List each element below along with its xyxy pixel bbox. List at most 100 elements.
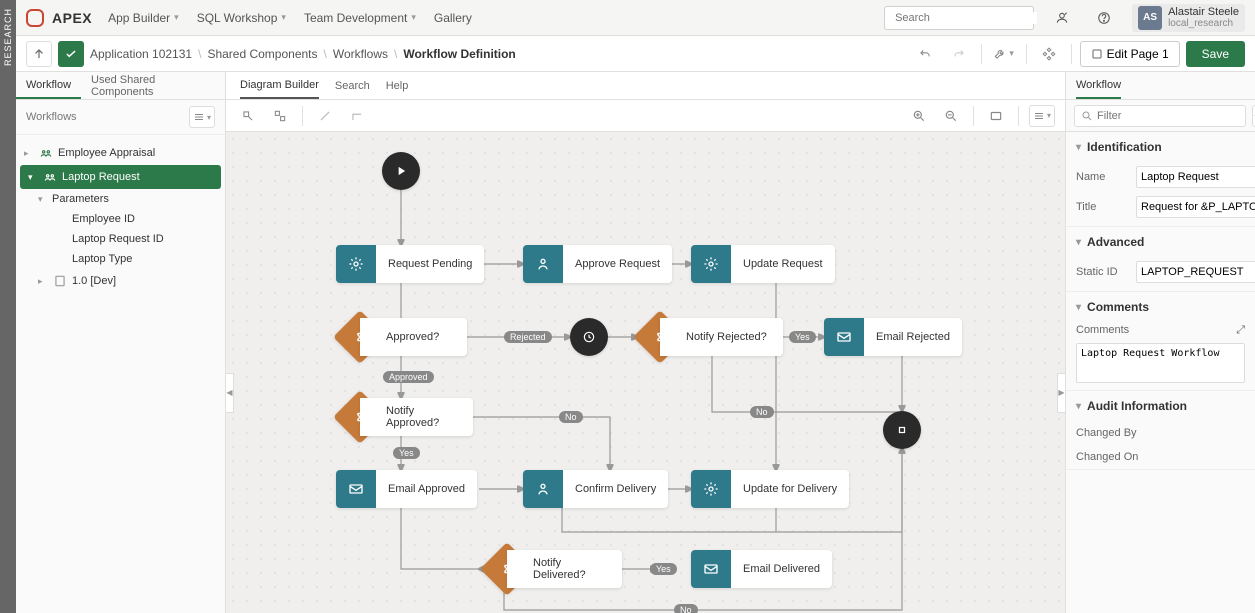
collapse-icon[interactable]: ▾ [38, 194, 48, 205]
wait-node[interactable] [570, 318, 608, 356]
expand-icon[interactable]: ▸ [38, 276, 48, 287]
node-request-pending[interactable]: Request Pending [336, 245, 484, 283]
start-node[interactable] [382, 152, 420, 190]
expand-textarea-icon[interactable]: ⤢ [1236, 324, 1245, 337]
tree-item-laptop-request-id[interactable]: Laptop Request ID [16, 229, 225, 249]
edge-yes-3: Yes [650, 563, 677, 575]
collapse-left-icon[interactable]: ◀ [226, 373, 234, 413]
line-tool-icon[interactable] [313, 104, 337, 128]
search-input[interactable] [895, 12, 1037, 24]
tree-item-parameters[interactable]: ▾Parameters [16, 189, 225, 209]
save-button[interactable]: Save [1186, 41, 1245, 67]
section-audit[interactable]: ▾Audit Information [1066, 391, 1255, 421]
admin-icon[interactable] [1048, 4, 1076, 32]
node-email-delivered[interactable]: Email Delivered [691, 550, 832, 588]
tab-workflow-properties[interactable]: Workflow [1076, 72, 1121, 99]
collapse-icon[interactable]: ▾ [28, 172, 38, 183]
section-identification[interactable]: ▾Identification [1066, 132, 1255, 162]
field-comments-textarea[interactable] [1076, 343, 1245, 383]
nav-gallery[interactable]: Gallery [432, 7, 474, 29]
field-title-label: Title [1076, 201, 1130, 213]
oracle-logo-icon [26, 9, 44, 27]
tree-item-laptop-request[interactable]: ▾Laptop Request [20, 165, 221, 189]
page-toolbar: Application 102131\ Shared Components\ W… [16, 36, 1255, 72]
edge-yes-1: Yes [789, 331, 816, 343]
chevron-down-icon: ▾ [174, 12, 179, 23]
field-static-id-input[interactable] [1136, 261, 1255, 283]
field-name-label: Name [1076, 171, 1130, 183]
user-name: Alastair Steele [1168, 6, 1239, 18]
filter-input[interactable] [1097, 110, 1239, 122]
collapse-right-icon[interactable]: ▶ [1057, 373, 1065, 413]
global-header: APEX App Builder▾ SQL Workshop▾ Team Dev… [16, 0, 1255, 36]
collapse-icon: ▾ [1076, 302, 1081, 313]
canvas-menu-button[interactable]: ▾ [1029, 105, 1055, 127]
field-name-input[interactable] [1136, 166, 1255, 188]
tab-workflow[interactable]: Workflow [16, 72, 81, 99]
expand-icon[interactable]: ▸ [24, 148, 34, 159]
pan-tool-icon[interactable] [268, 104, 292, 128]
tab-help[interactable]: Help [386, 72, 409, 99]
node-approved-label: Approved? [360, 318, 467, 356]
brand-text: APEX [52, 10, 92, 26]
breadcrumb: Application 102131\ Shared Components\ W… [90, 47, 516, 61]
right-panel: Workflow ▾ ▾Identification Name Title [1065, 72, 1255, 613]
research-sidebar-tab[interactable]: RESEARCH [0, 0, 16, 613]
fit-screen-icon[interactable] [984, 104, 1008, 128]
nav-team-development[interactable]: Team Development▾ [302, 7, 418, 29]
chevron-down-icon: ▾ [281, 12, 286, 23]
nav-sql-workshop[interactable]: SQL Workshop▾ [195, 7, 288, 29]
search-icon [1081, 110, 1093, 122]
zoom-out-icon[interactable] [939, 104, 963, 128]
node-email-approved[interactable]: Email Approved [336, 470, 477, 508]
chevron-down-icon: ▾ [411, 12, 416, 23]
tree-item-employee-appraisal[interactable]: ▸Employee Appraisal [16, 141, 225, 165]
node-confirm-delivery[interactable]: Confirm Delivery [523, 470, 668, 508]
breadcrumb-app[interactable]: Application 102131 [90, 47, 192, 61]
edge-rejected: Rejected [504, 331, 552, 343]
edge-no-1: No [559, 411, 583, 423]
panel-title: Workflows [26, 111, 77, 123]
end-node[interactable] [883, 411, 921, 449]
filter-properties[interactable] [1074, 105, 1246, 127]
node-email-rejected[interactable]: Email Rejected [824, 318, 962, 356]
field-title-input[interactable] [1136, 196, 1255, 218]
connector-tool-icon[interactable] [345, 104, 369, 128]
node-update-request[interactable]: Update Request [691, 245, 835, 283]
shared-components-icon[interactable] [1035, 41, 1063, 67]
user-menu[interactable]: AS Alastair Steele local_research [1132, 4, 1245, 32]
tab-diagram-builder[interactable]: Diagram Builder [240, 72, 319, 99]
collapse-icon: ▾ [1076, 401, 1081, 412]
node-notify-approved-label: Notify Approved? [360, 398, 473, 436]
undo-button[interactable] [911, 41, 939, 67]
up-button[interactable] [26, 41, 52, 67]
logo: APEX [26, 9, 92, 27]
nav-app-builder[interactable]: App Builder▾ [106, 7, 181, 29]
tree-item-version[interactable]: ▸1.0 [Dev] [16, 269, 225, 293]
help-icon[interactable] [1090, 4, 1118, 32]
tree-item-employee-id[interactable]: Employee ID [16, 209, 225, 229]
redo-button[interactable] [945, 41, 973, 67]
tree-item-laptop-type[interactable]: Laptop Type [16, 249, 225, 269]
cursor-tool-icon[interactable] [236, 104, 260, 128]
avatar: AS [1138, 6, 1162, 30]
tab-used-shared[interactable]: Used Shared Components [81, 72, 225, 99]
breadcrumb-workflows[interactable]: Workflows [333, 47, 388, 61]
field-changed-by: Changed By [1066, 421, 1255, 445]
tab-search[interactable]: Search [335, 72, 370, 99]
edge-yes-2: Yes [393, 447, 420, 459]
section-advanced[interactable]: ▾Advanced [1066, 227, 1255, 257]
breadcrumb-shared[interactable]: Shared Components [207, 47, 317, 61]
global-search[interactable] [884, 6, 1034, 30]
diagram-canvas[interactable]: ◀ ▶ [226, 132, 1065, 613]
left-panel: Workflow Used Shared Components Workflow… [16, 72, 226, 613]
node-approve-request[interactable]: Approve Request [523, 245, 672, 283]
zoom-in-icon[interactable] [907, 104, 931, 128]
panel-menu-button[interactable]: ▾ [189, 106, 215, 128]
utilities-menu[interactable]: ▾ [990, 41, 1018, 67]
section-comments[interactable]: ▾Comments [1066, 292, 1255, 322]
edit-page-button[interactable]: Edit Page 1 [1080, 41, 1180, 67]
edge-no-3: No [674, 604, 698, 613]
node-update-for-delivery[interactable]: Update for Delivery [691, 470, 849, 508]
field-changed-on: Changed On [1066, 445, 1255, 469]
